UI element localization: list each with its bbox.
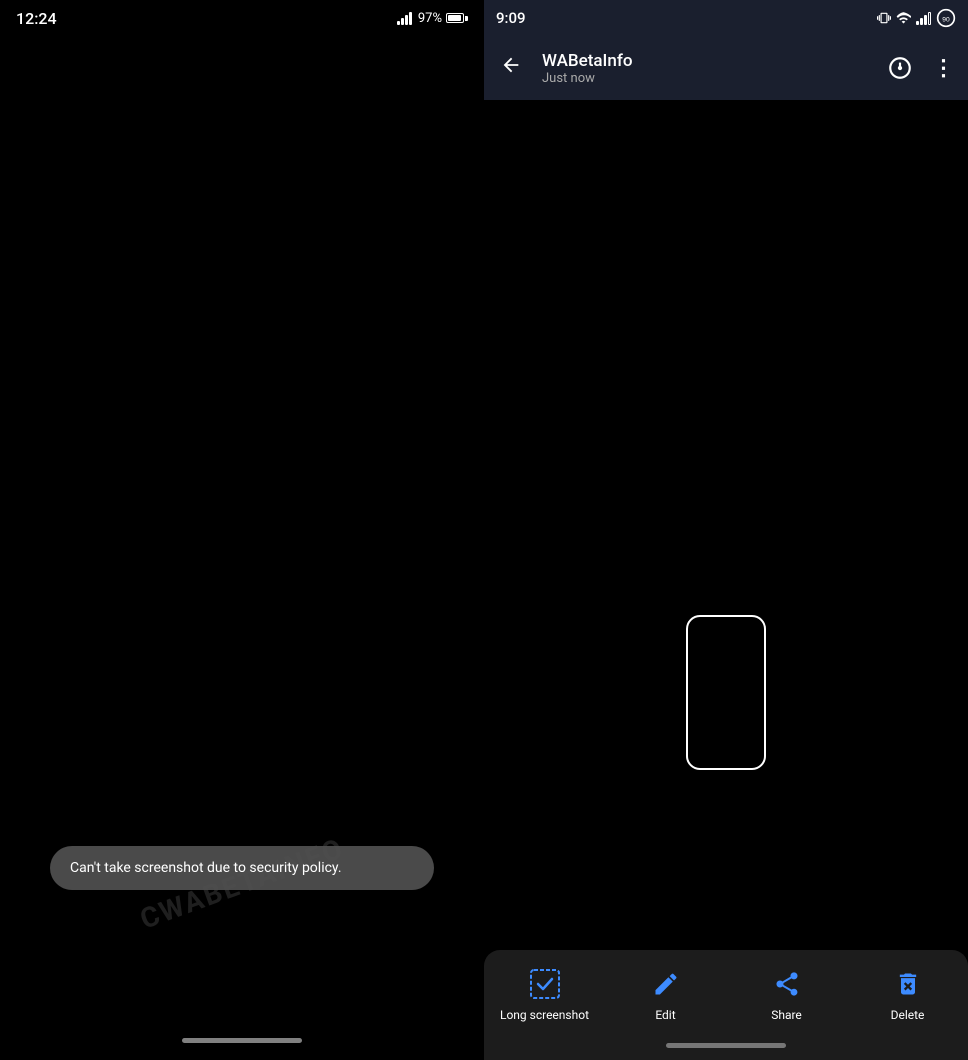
left-nav-bar (0, 1020, 484, 1060)
battery-circle-icon: 90 (936, 8, 956, 28)
toolbar-icons: ⋮ (884, 52, 960, 84)
delete-icon (890, 966, 926, 1002)
long-screenshot-label: Long screenshot (500, 1008, 589, 1022)
left-time: 12:24 (16, 9, 57, 28)
left-black-area: CWABETAINFO Can't take screenshot due to… (0, 36, 484, 1020)
battery-icon (446, 13, 468, 23)
timer-button[interactable] (884, 52, 916, 84)
vibrate-icon (877, 11, 891, 25)
svg-text:90: 90 (942, 16, 950, 23)
share-icon (769, 966, 805, 1002)
phone-preview (686, 615, 766, 770)
long-screenshot-icon (527, 966, 563, 1002)
edit-button[interactable]: Edit (605, 966, 726, 1022)
signal-bars-right-icon (916, 11, 931, 25)
left-status-bar: 12:24 97% (0, 0, 484, 36)
delete-label: Delete (891, 1008, 925, 1022)
signal-bars-icon (397, 11, 412, 25)
toast-text: Can't take screenshot due to security po… (70, 860, 342, 876)
nav-pill (182, 1038, 302, 1043)
right-status-icons: 90 (877, 8, 956, 28)
right-nav-bar (484, 1030, 968, 1060)
contact-name: WABetaInfo (542, 51, 876, 71)
battery-percent: 97% (418, 11, 442, 26)
contact-status: Just now (542, 71, 876, 86)
bottom-action-bar: Long screenshot Edit Share (484, 950, 968, 1060)
right-panel: 9:09 90 (484, 0, 968, 1060)
right-status-bar: 9:09 90 (484, 0, 968, 36)
share-button[interactable]: Share (726, 966, 847, 1022)
delete-button[interactable]: Delete (847, 966, 968, 1022)
back-button[interactable] (492, 46, 530, 90)
left-status-icons: 97% (397, 11, 468, 26)
right-time: 9:09 (496, 9, 526, 27)
action-buttons: Long screenshot Edit Share (484, 950, 968, 1030)
more-options-button[interactable]: ⋮ (928, 52, 960, 84)
right-nav-pill (666, 1043, 786, 1048)
long-screenshot-button[interactable]: Long screenshot (484, 966, 605, 1022)
edit-icon (648, 966, 684, 1002)
wifi-icon (896, 11, 911, 26)
wa-toolbar: WABetaInfo Just now ⋮ (484, 36, 968, 100)
left-panel: 12:24 97% CWABETAINFO Can't take screens… (0, 0, 484, 1060)
right-chat-area (484, 100, 968, 950)
edit-label: Edit (655, 1008, 675, 1022)
share-label: Share (771, 1008, 802, 1022)
contact-info[interactable]: WABetaInfo Just now (538, 51, 876, 86)
security-toast: Can't take screenshot due to security po… (50, 846, 434, 890)
